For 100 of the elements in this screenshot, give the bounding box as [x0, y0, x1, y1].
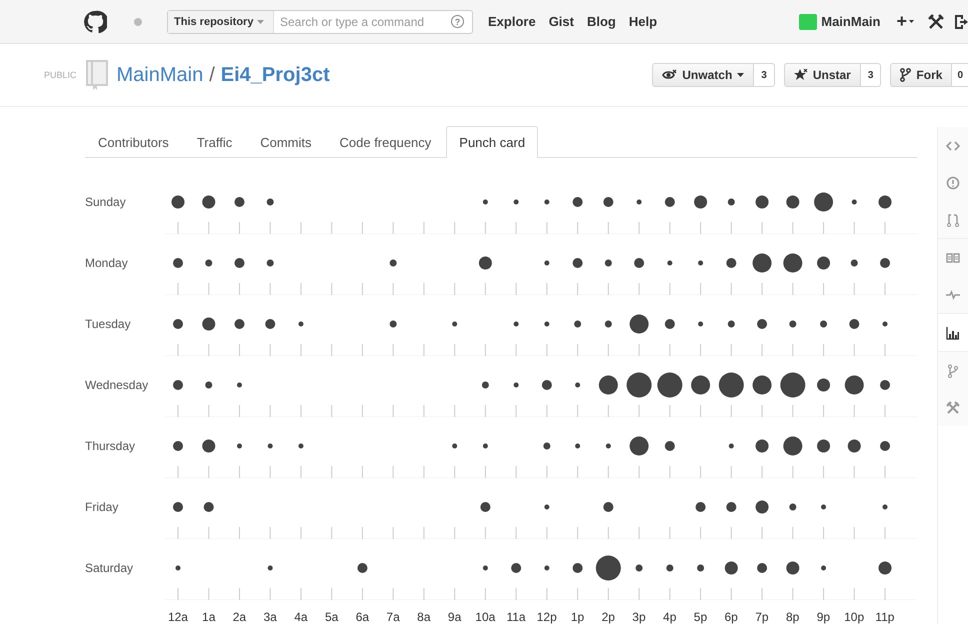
tab[interactable]: Code frequency — [326, 126, 444, 158]
punch-dot — [603, 502, 614, 512]
nav-link[interactable]: Explore — [488, 14, 536, 29]
path-separator: / — [209, 64, 215, 86]
punch-dot — [698, 260, 704, 266]
punch-dot — [848, 440, 861, 452]
sign-out-icon[interactable] — [954, 14, 968, 30]
punch-dot — [202, 196, 216, 208]
punch-dot — [234, 197, 244, 207]
punch-dot — [606, 444, 611, 448]
logo-icon[interactable] — [83, 10, 107, 34]
caret-icon — [737, 73, 744, 77]
punch-dot — [452, 444, 458, 448]
punch-dot — [544, 504, 550, 510]
punch-dot — [756, 440, 769, 452]
count-link[interactable]: 0 — [952, 63, 968, 87]
issue-icon[interactable] — [946, 176, 960, 190]
pulse-icon[interactable] — [946, 288, 960, 302]
punch-dot — [514, 322, 519, 326]
repo-name-link[interactable]: Ei4_Proj3ct — [220, 64, 330, 86]
hour-label: 12p — [536, 610, 558, 624]
punch-dot — [878, 196, 892, 208]
punch-dot — [176, 566, 180, 570]
hour-label: 4p — [662, 610, 678, 624]
tab[interactable]: Commits — [247, 126, 324, 158]
punch-dot — [626, 372, 652, 398]
hour-label: 9p — [816, 610, 832, 624]
punch-dot — [664, 197, 675, 207]
punch-dot — [752, 254, 772, 272]
hour-label: 4a — [293, 610, 309, 624]
fork-button[interactable]: Fork — [890, 63, 952, 87]
branch-icon[interactable] — [946, 364, 960, 378]
day-label: Thursday — [85, 438, 136, 455]
day-label: Monday — [85, 255, 129, 272]
book-icon[interactable] — [946, 250, 960, 264]
punch-dot — [756, 500, 769, 514]
star-icon — [794, 68, 808, 82]
nav-link[interactable]: Help — [628, 14, 658, 29]
punch-dot — [202, 440, 216, 452]
punch-dot — [298, 444, 304, 448]
punch-dot — [514, 200, 519, 204]
pull-request-icon[interactable] — [946, 212, 960, 226]
avatar-icon[interactable] — [799, 14, 818, 30]
day-label: Tuesday — [85, 316, 132, 333]
punch-dot — [478, 256, 492, 270]
punch-dot — [357, 563, 368, 573]
punch-dot — [718, 372, 744, 398]
hour-label: 6p — [724, 610, 739, 624]
hour-label: 5a — [324, 610, 340, 624]
hour-label: 7p — [754, 610, 770, 624]
fork-icon — [900, 68, 912, 82]
punch-dot — [850, 260, 858, 266]
punch-dot — [544, 260, 550, 266]
punch-dot — [664, 441, 675, 451]
punch-dot — [511, 563, 522, 573]
punch-dot — [880, 258, 890, 268]
punch-dot — [698, 322, 704, 326]
punch-dot — [664, 319, 675, 329]
punch-dot — [882, 504, 888, 510]
watch-button[interactable]: Unwatch — [652, 63, 754, 87]
punch-dot — [265, 319, 276, 329]
notification-icon[interactable] — [134, 18, 142, 26]
punch-dot — [204, 502, 214, 512]
tools-icon[interactable] — [928, 14, 944, 30]
tab[interactable]: Punch card — [446, 126, 538, 158]
tab[interactable]: Contributors — [85, 126, 182, 158]
count-link[interactable]: 3 — [860, 63, 882, 87]
punch-dot — [173, 319, 183, 329]
code-icon[interactable] — [946, 138, 960, 152]
punch-dot — [266, 260, 274, 266]
punch-dot — [636, 564, 643, 572]
punch-dot — [482, 444, 488, 448]
punch-dot — [636, 200, 642, 204]
owner-link[interactable]: MainMain — [116, 64, 204, 86]
punch-dot — [757, 319, 768, 329]
nav-link[interactable]: Blog — [586, 14, 616, 29]
punch-dot — [821, 504, 826, 510]
star-button[interactable]: Unstar — [784, 63, 861, 87]
repo-icon — [86, 60, 108, 90]
punch-dot — [205, 382, 212, 388]
count-link[interactable]: 3 — [754, 63, 775, 87]
bar-chart-icon[interactable] — [946, 326, 960, 340]
punch-dot — [849, 319, 860, 329]
hour-label: 8p — [784, 610, 800, 624]
punch-dot — [572, 258, 583, 268]
punch-dot — [634, 258, 644, 268]
hour-label: 11p — [874, 610, 896, 624]
hour-label: 1p — [570, 610, 586, 624]
hour-label: 7a — [385, 610, 401, 624]
punch-dot — [726, 258, 736, 268]
punch-dot — [630, 436, 649, 456]
punch-dot — [172, 196, 184, 208]
hour-label: 2p — [600, 610, 616, 624]
punch-dot — [852, 200, 857, 204]
user-link[interactable]: MainMain — [821, 14, 880, 29]
eye-icon — [662, 69, 678, 81]
tab[interactable]: Traffic — [184, 126, 246, 158]
new-menu-button[interactable]: + — [896, 11, 914, 32]
nav-link[interactable]: Gist — [548, 14, 574, 29]
punch-dot — [817, 378, 830, 392]
